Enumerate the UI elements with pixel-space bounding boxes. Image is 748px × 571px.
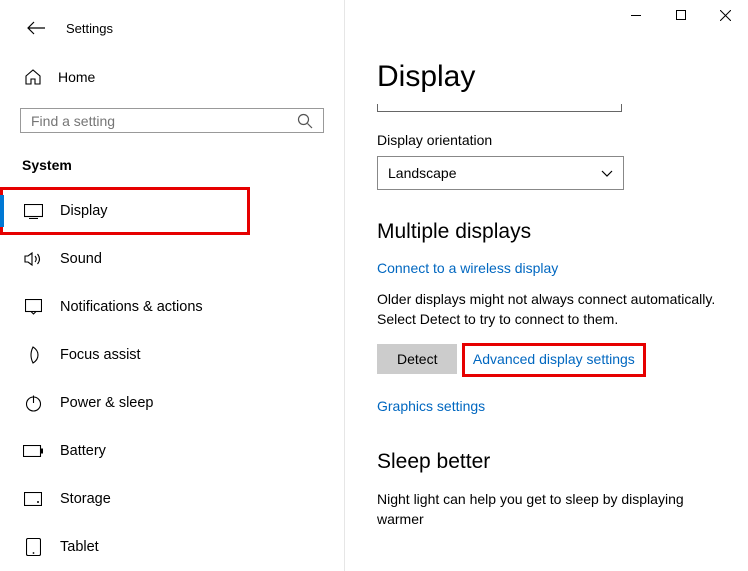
focus-assist-icon bbox=[22, 344, 44, 366]
detect-button[interactable]: Detect bbox=[377, 344, 457, 374]
sidebar-item-display[interactable]: Display bbox=[0, 187, 250, 235]
sidebar-item-sound[interactable]: Sound bbox=[0, 235, 344, 283]
advanced-display-link[interactable]: Advanced display settings bbox=[473, 351, 635, 367]
window-title: Settings bbox=[66, 21, 113, 36]
display-icon bbox=[22, 200, 44, 222]
minimize-button[interactable] bbox=[613, 0, 658, 30]
home-label: Home bbox=[58, 69, 95, 85]
tablet-icon bbox=[22, 536, 44, 558]
sidebar-item-focus-assist[interactable]: Focus assist bbox=[0, 331, 344, 379]
sidebar-item-label: Notifications & actions bbox=[60, 299, 203, 315]
sidebar-item-tablet[interactable]: Tablet bbox=[0, 523, 344, 571]
notifications-icon bbox=[22, 296, 44, 318]
orientation-label: Display orientation bbox=[377, 132, 718, 148]
detect-description: Older displays might not always connect … bbox=[377, 290, 718, 329]
sidebar-item-storage[interactable]: Storage bbox=[0, 475, 344, 523]
sidebar-item-power-sleep[interactable]: Power & sleep bbox=[0, 379, 344, 427]
sidebar-item-label: Focus assist bbox=[60, 347, 141, 363]
sidebar-item-notifications[interactable]: Notifications & actions bbox=[0, 283, 344, 331]
sidebar-item-battery[interactable]: Battery bbox=[0, 427, 344, 475]
sidebar-item-label: Display bbox=[60, 203, 108, 219]
search-input[interactable] bbox=[31, 113, 297, 129]
sleep-better-description: Night light can help you get to sleep by… bbox=[377, 490, 718, 529]
graphics-settings-link[interactable]: Graphics settings bbox=[377, 398, 485, 414]
wireless-display-link[interactable]: Connect to a wireless display bbox=[377, 260, 558, 276]
sidebar-item-label: Storage bbox=[60, 491, 111, 507]
sidebar-item-label: Power & sleep bbox=[60, 395, 154, 411]
nav-list: Display Sound Notifications & actions Fo… bbox=[0, 187, 344, 571]
page-title: Display bbox=[377, 60, 718, 94]
sidebar: Settings Home System Display bbox=[0, 0, 345, 571]
sidebar-home[interactable]: Home bbox=[0, 56, 344, 98]
maximize-button[interactable] bbox=[658, 0, 703, 30]
battery-icon bbox=[22, 440, 44, 462]
power-icon bbox=[22, 392, 44, 414]
storage-icon bbox=[22, 488, 44, 510]
sidebar-section-label: System bbox=[0, 149, 344, 187]
orientation-dropdown[interactable]: Landscape bbox=[377, 156, 624, 190]
sidebar-item-label: Battery bbox=[60, 443, 106, 459]
sidebar-item-label: Sound bbox=[60, 251, 102, 267]
back-button[interactable] bbox=[24, 16, 48, 40]
advanced-display-highlight: Advanced display settings bbox=[462, 343, 646, 377]
orientation-value: Landscape bbox=[388, 165, 457, 181]
content: Display Display orientation Landscape Mu… bbox=[345, 0, 748, 571]
chevron-down-icon bbox=[601, 170, 613, 177]
search-box[interactable] bbox=[20, 108, 324, 133]
sound-icon bbox=[22, 248, 44, 270]
home-icon bbox=[22, 66, 44, 88]
multiple-displays-heading: Multiple displays bbox=[377, 220, 718, 244]
sidebar-item-label: Tablet bbox=[60, 539, 99, 555]
bracket-divider bbox=[377, 104, 622, 112]
sleep-better-heading: Sleep better bbox=[377, 450, 718, 474]
close-button[interactable] bbox=[703, 0, 748, 30]
search-icon bbox=[297, 113, 313, 129]
